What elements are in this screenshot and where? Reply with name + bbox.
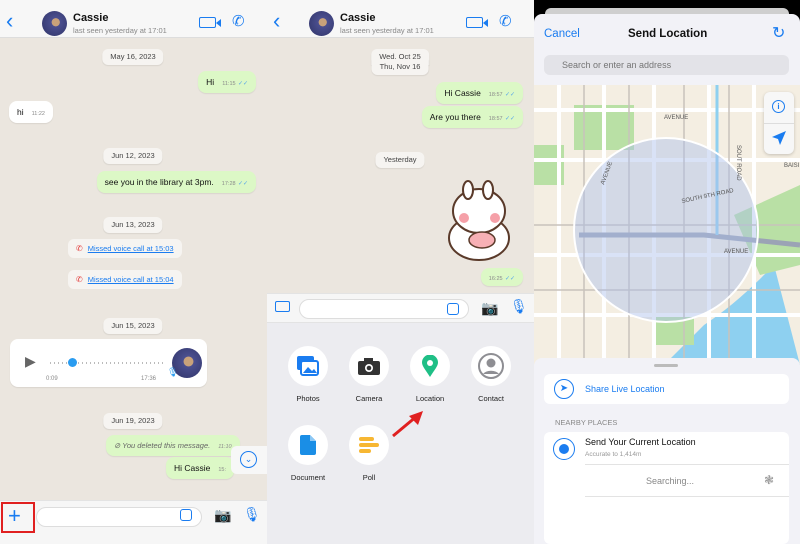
svg-text:AVENUE: AVENUE xyxy=(664,115,688,121)
voice-duration: 0:09 xyxy=(46,376,58,382)
contact-name[interactable]: Cassie xyxy=(73,12,108,24)
date-divider: Jun 15, 2023 xyxy=(103,318,163,334)
attach-document[interactable]: Document xyxy=(287,425,329,482)
poll-icon xyxy=(359,437,379,453)
svg-text:BAISI: BAISI xyxy=(784,163,800,169)
live-location-icon: ➤ xyxy=(554,379,574,399)
phone-icon[interactable]: ✆ xyxy=(499,12,512,30)
accuracy-label: Accurate to 1,414m xyxy=(585,451,642,458)
voice-time: 17:36 xyxy=(141,376,157,382)
document-icon xyxy=(300,435,316,455)
date-divider: Yesterday xyxy=(375,152,425,168)
missed-call-icon: ✆ xyxy=(76,275,83,284)
date-divider: May 16, 2023 xyxy=(102,49,164,65)
map[interactable]: AVENUE AVENUE SOUTH 9TH ROAD AVENUE SOUT… xyxy=(534,85,800,365)
missed-call[interactable]: ✆ Missed voice call at 15:03 xyxy=(68,239,182,258)
message-out: Hi Cassie 18:57 ✓✓ xyxy=(436,82,523,104)
video-call-icon[interactable] xyxy=(199,17,221,28)
send-current-location-item[interactable]: Send Your Current Location Accurate to 1… xyxy=(544,432,789,464)
date-divider: Thu, Nov 16 xyxy=(371,59,429,75)
chat-panel-1: ‹ Cassie last seen yesterday at 17:01 ✆ … xyxy=(0,0,267,544)
message-out: see you in the library at 3pm. 17:28 ✓✓ xyxy=(96,171,256,193)
send-location-sheet: Cancel Send Location ↻ AVENUE AVENUE SOU… xyxy=(534,14,800,544)
location-pin-icon xyxy=(422,355,438,377)
info-icon[interactable]: i xyxy=(772,100,785,113)
current-location-label: Send Your Current Location xyxy=(585,437,696,447)
scroll-to-bottom-button[interactable]: ⌄ xyxy=(231,446,267,474)
nearby-places-list: Send Your Current Location Accurate to 1… xyxy=(544,432,789,544)
attach-camera[interactable]: Camera xyxy=(348,346,390,403)
attach-location[interactable]: Location xyxy=(409,346,451,403)
attach-poll[interactable]: Poll xyxy=(348,425,390,482)
input-bar: 📷 🎙 xyxy=(267,293,534,323)
mic-icon[interactable]: 🎙 xyxy=(510,298,528,315)
camera-icon[interactable]: 📷 xyxy=(214,507,231,524)
drag-handle[interactable] xyxy=(654,364,678,367)
back-icon[interactable]: ‹ xyxy=(273,8,280,34)
playback-scrubber[interactable] xyxy=(68,358,77,367)
voice-message: ▶ 0:09 17:36 🎙 xyxy=(10,339,207,387)
avatar[interactable] xyxy=(309,11,334,36)
chat-header: ‹ Cassie last seen yesterday at 17:01 ✆ xyxy=(267,0,534,38)
date-divider: Jun 13, 2023 xyxy=(103,217,163,233)
address-search-input[interactable] xyxy=(544,55,789,75)
sheet-title: Send Location xyxy=(628,28,708,40)
chevron-down-icon: ⌄ xyxy=(240,451,257,468)
back-icon[interactable]: ‹ xyxy=(6,8,13,34)
message-input[interactable] xyxy=(36,507,202,527)
loading-spinner-icon: ❃ xyxy=(764,473,775,487)
sticker-icon[interactable] xyxy=(180,509,192,521)
message-out: Are you there 18:57 ✓✓ xyxy=(421,106,523,128)
svg-text:SOUT ROAD: SOUT ROAD xyxy=(735,145,741,181)
input-bar: + 📷 🎙 xyxy=(0,500,267,544)
message-out: Hi Cassie 15: xyxy=(166,457,235,479)
cancel-button[interactable]: Cancel xyxy=(544,28,580,40)
missed-call-link[interactable]: Missed voice call at 15:03 xyxy=(88,244,174,253)
contact-icon xyxy=(478,353,504,379)
last-seen: last seen yesterday at 17:01 xyxy=(73,26,167,35)
keyboard-icon[interactable] xyxy=(275,301,290,312)
missed-call-link[interactable]: Missed voice call at 15:04 xyxy=(88,275,174,284)
chat-header: ‹ Cassie last seen yesterday at 17:01 ✆ xyxy=(0,0,267,38)
contact-name[interactable]: Cassie xyxy=(340,12,375,24)
message-in: hi 11:22 xyxy=(9,101,53,123)
video-call-icon[interactable] xyxy=(466,17,488,28)
play-icon[interactable]: ▶ xyxy=(25,353,36,370)
message-input[interactable] xyxy=(299,299,469,319)
map-controls: i xyxy=(764,92,794,154)
refresh-icon[interactable]: ↻ xyxy=(772,23,785,43)
deleted-message: ⊘ You deleted this message. 11:10 xyxy=(106,435,240,456)
svg-text:AVENUE: AVENUE xyxy=(724,249,748,255)
current-location-icon xyxy=(553,438,575,460)
photos-icon xyxy=(297,356,319,376)
missed-call-icon: ✆ xyxy=(76,244,83,253)
attachment-menu: Photos Camera Location Contact Document … xyxy=(267,323,534,544)
share-live-label: Share Live Location xyxy=(585,384,665,394)
sticker-time: 16:25 ✓✓ xyxy=(480,268,523,286)
missed-call[interactable]: ✆ Missed voice call at 15:04 xyxy=(68,270,182,289)
current-location-arrow-icon[interactable] xyxy=(771,130,787,146)
attach-contact[interactable]: Contact xyxy=(470,346,512,403)
red-arrow xyxy=(392,411,423,438)
bunny-sticker[interactable] xyxy=(442,178,517,263)
phone-icon[interactable]: ✆ xyxy=(232,12,245,30)
share-live-location-button[interactable]: ➤ Share Live Location xyxy=(544,374,789,404)
camera-icon[interactable]: 📷 xyxy=(481,300,498,317)
message-out: Hi 11:15 ✓✓ xyxy=(198,71,256,93)
mic-icon: 🎙 xyxy=(167,367,179,377)
last-seen: last seen yesterday at 17:01 xyxy=(340,26,434,35)
avatar[interactable] xyxy=(42,11,67,36)
sticker-icon[interactable] xyxy=(447,303,459,315)
date-divider: Jun 19, 2023 xyxy=(103,413,163,429)
mic-icon[interactable]: 🎙 xyxy=(243,506,261,523)
camera-icon xyxy=(358,357,380,375)
nearby-places-header: NEARBY PLACES xyxy=(555,418,618,427)
attach-photos[interactable]: Photos xyxy=(287,346,329,403)
plus-icon[interactable]: + xyxy=(8,503,21,529)
date-divider: Jun 12, 2023 xyxy=(103,148,163,164)
searching-status: Searching... xyxy=(646,476,695,486)
